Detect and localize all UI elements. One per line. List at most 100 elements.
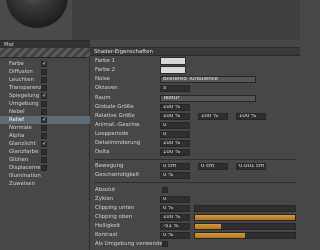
channel-glanzlicht[interactable]: Glanzlicht ✓ — [0, 140, 90, 148]
separator — [94, 182, 296, 183]
clipping-oben-field[interactable]: 100 % — [160, 214, 190, 221]
noise-dropdown[interactable]: Blistered Turbulence — [160, 76, 256, 83]
helligkeit-label: Helligkeit — [95, 223, 121, 229]
channel-label: Relief — [9, 117, 25, 123]
separator — [94, 159, 296, 160]
channel-alpha[interactable]: Alpha — [0, 132, 90, 140]
channel-checkbox[interactable] — [41, 109, 47, 115]
farbe1-label: Farbe 1 — [95, 58, 116, 64]
relative-groesse-y-field[interactable]: 100 % — [198, 113, 228, 120]
clipping-unten-slider[interactable] — [194, 205, 296, 212]
channel-glanzfarbe[interactable]: Glanzfarbe — [0, 148, 90, 156]
detailminderung-field[interactable]: 100 % — [160, 140, 190, 147]
viewport-area — [90, 0, 300, 40]
channel-checkbox[interactable]: ✓ — [41, 93, 47, 99]
material-stripe-preview — [0, 48, 90, 58]
delta-label: Delta — [95, 149, 110, 155]
channel-label: Diffusion — [9, 69, 33, 75]
loopperiode-row: Loopperiode 0 — [90, 130, 300, 138]
clipping-unten-row: Clipping unten 0 % — [90, 204, 300, 212]
channel-checkbox[interactable]: ✓ — [41, 141, 47, 147]
channel-label: Nebel — [9, 109, 25, 115]
channel-label: Spiegelung — [9, 93, 40, 99]
channel-displacement[interactable]: Displacement — [0, 164, 90, 172]
channel-checkbox[interactable] — [41, 165, 47, 171]
zyklen-field[interactable]: 0 — [160, 196, 190, 203]
channel-zuweisen[interactable]: Zuweisen — [0, 180, 90, 188]
preview-sphere — [6, 0, 68, 28]
bewegung-label: Bewegung — [95, 163, 124, 169]
animat-geschw-row: Animat.-Geschw. 0 — [90, 121, 300, 129]
channel-leuchten[interactable]: Leuchten — [0, 76, 90, 84]
channel-label: Zuweisen — [9, 181, 35, 187]
kontrast-field[interactable]: 0 % — [160, 232, 190, 239]
globale-groesse-field[interactable]: 100 % — [160, 104, 190, 111]
farbe1-row: Farbe 1 — [90, 57, 300, 65]
farbe1-swatch[interactable] — [160, 57, 186, 65]
absolut-checkbox[interactable] — [162, 187, 168, 193]
channel-checkbox[interactable] — [41, 85, 47, 91]
helligkeit-slider[interactable] — [194, 223, 296, 230]
material-name[interactable]: Mat — [0, 40, 90, 48]
channel-checkbox[interactable] — [41, 125, 47, 131]
geschwindigkeit-label: Geschwindigkeit — [95, 172, 140, 178]
channel-checkbox[interactable]: ✓ — [41, 61, 47, 67]
farbe2-label: Farbe 2 — [95, 67, 116, 73]
channel-checkbox[interactable] — [41, 101, 47, 107]
channel-checkbox[interactable] — [41, 133, 47, 139]
noise-row: Noise Blistered Turbulence — [90, 75, 300, 83]
channel-transparenz[interactable]: Transparenz — [0, 84, 90, 92]
channel-label: Glühen — [9, 157, 29, 163]
geschwindigkeit-row: Geschwindigkeit 0 % — [90, 171, 300, 179]
bewegung-y-field[interactable]: 0 cm — [198, 163, 228, 170]
channel-spiegelung[interactable]: Spiegelung ✓ — [0, 92, 90, 100]
oktaven-field[interactable]: 5 — [160, 85, 190, 92]
clipping-oben-slider[interactable] — [194, 214, 296, 221]
helligkeit-row: Helligkeit -51 % — [90, 222, 300, 230]
kontrast-slider-fill — [195, 233, 245, 238]
clipping-unten-label: Clipping unten — [95, 205, 135, 211]
shader-properties-header: Shader-Eigenschaften — [90, 47, 300, 56]
raum-dropdown[interactable]: Textur — [160, 95, 256, 102]
animat-geschw-field[interactable]: 0 — [160, 122, 190, 129]
zyklen-label: Zyklen — [95, 196, 114, 202]
channel-normale[interactable]: Normale — [0, 124, 90, 132]
als-umgebung-checkbox[interactable] — [162, 241, 168, 247]
globale-groesse-row: Globale Größe 100 % — [90, 103, 300, 111]
loopperiode-field[interactable]: 0 — [160, 131, 190, 138]
channel-label: Illumination — [9, 173, 41, 179]
clipping-unten-field[interactable]: 0 % — [160, 205, 190, 212]
channel-gluehen[interactable]: Glühen — [0, 156, 90, 164]
channel-label: Leuchten — [9, 77, 34, 83]
farbe2-swatch[interactable] — [160, 66, 186, 74]
kontrast-slider[interactable] — [194, 232, 296, 239]
animat-geschw-label: Animat.-Geschw. — [95, 122, 141, 128]
channel-nebel[interactable]: Nebel — [0, 108, 90, 116]
channel-checkbox[interactable] — [41, 69, 47, 75]
delta-field[interactable]: 100 % — [160, 149, 190, 156]
helligkeit-field[interactable]: -51 % — [160, 223, 190, 230]
oktaven-label: Oktaven — [95, 85, 118, 91]
channel-relief[interactable]: Relief ✓ — [0, 116, 90, 124]
channel-label: Umgebung — [9, 101, 39, 107]
relative-groesse-z-field[interactable]: 100 % — [236, 113, 266, 120]
channel-illumination[interactable]: Illumination — [0, 172, 90, 180]
geschwindigkeit-field[interactable]: 0 % — [160, 172, 190, 179]
absolut-row: Absolut — [90, 186, 300, 194]
channel-label: Farbe — [9, 61, 24, 67]
channel-umgebung[interactable]: Umgebung — [0, 100, 90, 108]
channel-farbe[interactable]: Farbe ✓ — [0, 60, 90, 68]
relative-groesse-row: Relative Größe 100 % 100 % 100 % — [90, 112, 300, 120]
channel-label: Normale — [9, 125, 32, 131]
channel-checkbox[interactable] — [41, 149, 47, 155]
channel-diffusion[interactable]: Diffusion — [0, 68, 90, 76]
bewegung-z-field[interactable]: 0.001 cm — [236, 163, 266, 170]
bewegung-x-field[interactable]: 0 cm — [160, 163, 190, 170]
channel-checkbox[interactable] — [41, 157, 47, 163]
material-preview[interactable] — [0, 0, 90, 40]
channel-checkbox[interactable]: ✓ — [41, 117, 47, 123]
relative-groesse-x-field[interactable]: 100 % — [160, 113, 190, 120]
kontrast-label: Kontrast — [95, 232, 118, 238]
channel-checkbox[interactable] — [41, 77, 47, 83]
oktaven-row: Oktaven 5 — [90, 84, 300, 92]
